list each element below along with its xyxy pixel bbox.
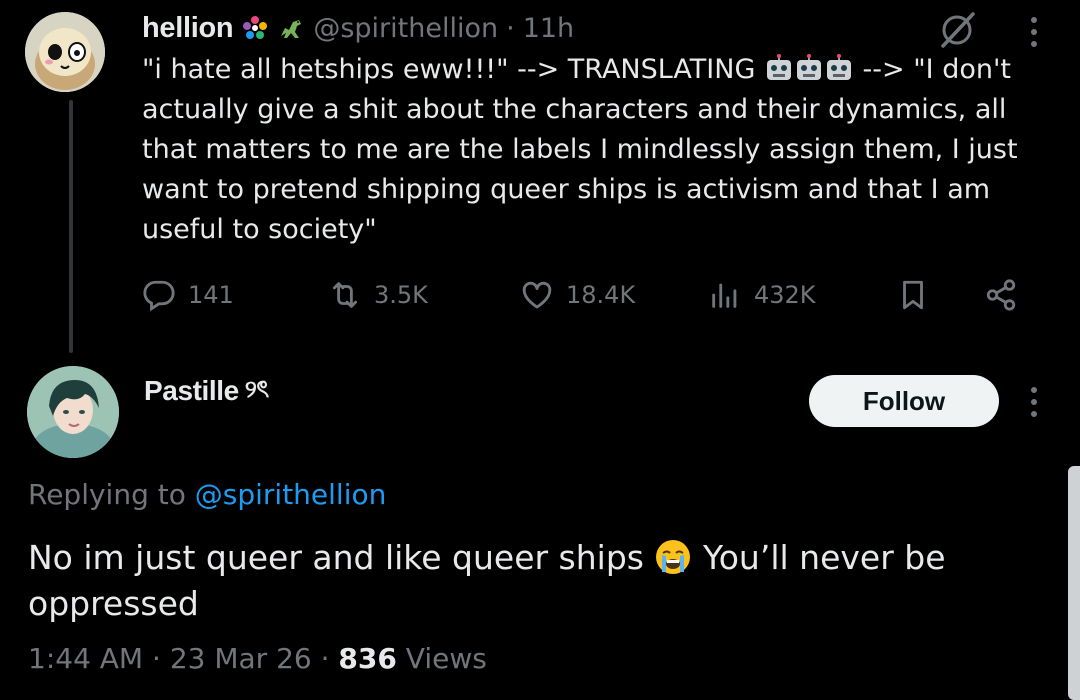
follow-button[interactable]: Follow — [809, 375, 999, 427]
replying-handle-link[interactable]: @spirithellion — [195, 478, 387, 511]
views-count: 432K — [754, 281, 816, 309]
more-icon[interactable] — [1024, 12, 1044, 52]
display-name[interactable]: Pastille ୨ৎ — [144, 371, 269, 411]
flower-emoji-icon — [241, 14, 269, 42]
share-button[interactable] — [984, 272, 1018, 318]
replying-prefix: Replying to — [28, 478, 195, 511]
reply-button[interactable]: 141 — [142, 272, 234, 318]
reply-text-part: No im just queer and like queer ships — [28, 538, 655, 577]
repost-icon — [332, 282, 358, 308]
bookmark-icon — [903, 280, 923, 310]
tweet-text: "i hate all hetships eww!!!" --> TRANSLA… — [142, 50, 1042, 250]
reply-count: 141 — [188, 281, 234, 309]
display-name[interactable]: hellion — [142, 12, 234, 45]
robot-emoji-icon — [794, 53, 824, 83]
like-count: 18.4K — [566, 281, 636, 309]
views-label: Views — [396, 642, 487, 675]
display-name-suffix: ୨ৎ — [244, 375, 269, 403]
robot-emoji-icon — [764, 53, 794, 83]
reply-date[interactable]: 23 Mar 26 — [170, 642, 312, 675]
tweet-text-part: "i hate all hetships eww!!!" --> TRANSLA… — [142, 54, 764, 85]
tweet-header: hellion @spirithellion · 11h — [142, 10, 574, 46]
bookmark-button[interactable] — [896, 272, 930, 318]
views-button[interactable]: 432K — [708, 272, 816, 318]
reply-icon — [143, 280, 175, 312]
dinosaur-emoji-icon — [277, 14, 305, 42]
separator: · — [506, 12, 515, 44]
tweet-meta: 1:44 AM · 23 Mar 26 · 836 Views — [28, 642, 487, 675]
scrollbar[interactable] — [1068, 466, 1080, 700]
more-icon[interactable] — [1024, 382, 1044, 422]
replying-to: Replying to @spirithellion — [28, 478, 386, 511]
like-button[interactable]: 18.4K — [520, 272, 635, 318]
action-bar: 141 3.5K 18.4K 432K — [142, 272, 1032, 318]
repost-button[interactable]: 3.5K — [328, 272, 428, 318]
robot-emoji-icon — [824, 53, 854, 83]
thread-line — [69, 100, 73, 353]
avatar[interactable] — [27, 366, 119, 458]
handle[interactable]: @spirithellion — [313, 13, 498, 44]
crying-emoji-icon — [654, 538, 692, 576]
repost-count: 3.5K — [374, 281, 428, 309]
grok-icon[interactable] — [935, 8, 979, 52]
display-name-text: Pastille — [144, 375, 239, 406]
avatar[interactable] — [25, 12, 105, 92]
views-count: 836 — [338, 642, 397, 675]
reply-time[interactable]: 1:44 AM — [28, 642, 143, 675]
views-icon — [712, 283, 737, 308]
share-icon — [986, 279, 1016, 311]
timestamp[interactable]: 11h — [523, 13, 574, 44]
like-icon — [522, 281, 552, 309]
reply-text: No im just queer and like queer ships Yo… — [28, 535, 1028, 627]
